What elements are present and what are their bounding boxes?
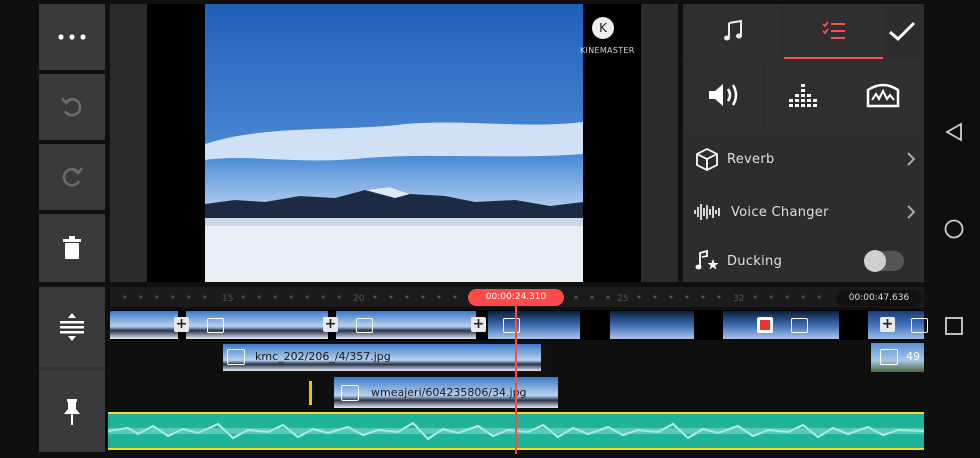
option-voice-changer-label: Voice Changer <box>731 204 829 220</box>
audio-filter-icon <box>866 83 900 108</box>
ruler-tick-15: 15 <box>222 294 233 304</box>
expand-tracks-icon <box>60 313 84 341</box>
svg-text:K: K <box>599 21 608 35</box>
delete-button[interactable] <box>39 214 105 282</box>
image-layer-icon <box>880 349 898 365</box>
playhead-time-badge: 00:00:24.310 <box>468 289 564 306</box>
layer-clip-label: wmeajeri/604235806/34.jpg <box>371 386 527 399</box>
add-transition-button[interactable]: + <box>471 317 486 332</box>
back-icon[interactable] <box>944 122 964 142</box>
option-reverb-label: Reverb <box>727 151 775 167</box>
playhead-line[interactable] <box>515 306 517 454</box>
video-clip[interactable] <box>488 311 580 339</box>
option-voice-changer[interactable]: Voice Changer <box>683 187 924 237</box>
chevron-right-icon <box>907 152 916 166</box>
kinemaster-watermark: K KINEMASTER <box>580 16 635 55</box>
undo-icon <box>61 97 82 117</box>
undo-button[interactable] <box>39 74 105 140</box>
more-icon <box>58 34 86 40</box>
layer-clip-overflow-label: 49 <box>906 350 920 363</box>
equalizer-icon <box>789 84 817 107</box>
redo-icon <box>62 167 83 187</box>
video-clip[interactable] <box>610 311 694 339</box>
equalizer-button[interactable] <box>765 60 841 130</box>
done-button[interactable] <box>883 4 921 57</box>
image-clip-icon <box>503 318 520 333</box>
ruler-tick-25: 25 <box>617 294 628 304</box>
volume-button[interactable] <box>686 60 762 130</box>
add-transition-button[interactable]: + <box>323 317 338 332</box>
add-transition-button[interactable]: + <box>880 317 895 332</box>
more-button[interactable] <box>39 4 105 70</box>
image-clip-icon <box>356 318 373 333</box>
trim-marker[interactable] <box>309 381 312 405</box>
redo-button[interactable] <box>39 144 105 210</box>
waveform-icon <box>694 204 720 220</box>
music-icon <box>724 19 742 40</box>
option-ducking[interactable]: Ducking <box>683 240 924 282</box>
image-clip-icon <box>791 318 808 333</box>
pin-button[interactable] <box>39 371 105 452</box>
toggle-knob <box>864 250 886 272</box>
video-clip[interactable] <box>110 311 178 339</box>
check-icon <box>889 21 916 41</box>
ducking-toggle[interactable] <box>864 250 904 272</box>
cube-icon <box>696 147 718 171</box>
layer-clip-label: kmc_202/206_/4/357.jpg <box>255 350 391 363</box>
image-layer-icon <box>227 349 245 365</box>
expand-tracks-button[interactable] <box>39 287 105 367</box>
volume-icon <box>709 84 738 106</box>
android-nav-bar <box>928 0 980 458</box>
ruler-tick-20: 20 <box>353 294 365 304</box>
total-time-badge: 00:00:47.636 <box>836 290 922 306</box>
home-icon[interactable] <box>944 219 964 239</box>
checklist-icon <box>821 20 845 39</box>
chevron-right-icon <box>907 205 916 219</box>
watermark-text: KINEMASTER <box>580 46 635 55</box>
trash-icon <box>63 236 81 259</box>
tab-music[interactable] <box>686 4 780 57</box>
tab-audio-settings[interactable] <box>784 4 883 59</box>
option-ducking-label: Ducking <box>727 253 783 269</box>
preview-image[interactable] <box>205 4 583 282</box>
video-clip[interactable] <box>723 311 839 339</box>
pin-icon <box>64 398 80 425</box>
music-star-icon <box>695 250 719 270</box>
audio-filter-button[interactable] <box>844 60 922 130</box>
timeline-toolbar <box>39 287 105 452</box>
image-clip-icon <box>911 318 928 333</box>
image-clip-icon <box>207 318 224 333</box>
add-transition-button[interactable]: + <box>174 317 189 332</box>
recents-icon[interactable] <box>945 317 963 335</box>
ruler-tick-32: 32 <box>733 294 744 304</box>
kinemaster-logo: K <box>592 17 614 39</box>
sticker-clip-icon <box>757 317 773 333</box>
image-layer-icon <box>341 385 359 401</box>
option-reverb[interactable]: Reverb <box>683 133 924 185</box>
